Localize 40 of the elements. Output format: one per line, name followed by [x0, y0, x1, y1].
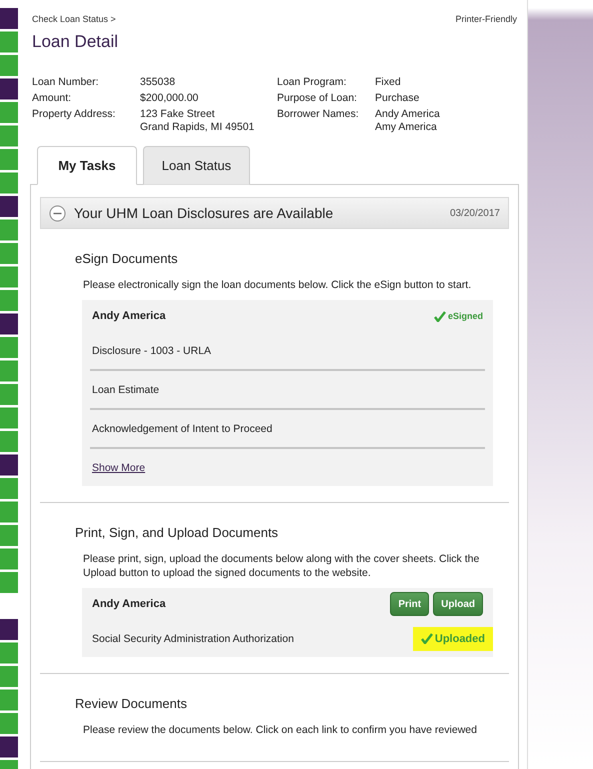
- section-heading: Print, Sign, and Upload Documents: [75, 525, 280, 540]
- panel-date: 03/20/2017: [450, 208, 500, 218]
- field-label: Amount:: [32, 92, 72, 105]
- field-label: Borrower Names:: [277, 108, 360, 122]
- printer-friendly-link[interactable]: Printer-Friendly: [455, 14, 517, 24]
- panel-header[interactable]: Your UHM Loan Disclosures are Available 03/20/2017: [40, 197, 509, 229]
- field-label: Property Address:: [32, 108, 116, 122]
- field-value: Purchase: [375, 92, 420, 105]
- document-name: Social Security Administration Authorization: [92, 632, 294, 644]
- field-label: Loan Number:: [32, 76, 100, 89]
- status-label: eSigned: [434, 310, 483, 322]
- check-icon: [420, 633, 433, 644]
- borrower-name: Andy America: [92, 598, 166, 610]
- field-label: Purpose of Loan:: [277, 92, 358, 105]
- breadcrumb-link[interactable]: Check Loan Status >: [32, 14, 116, 24]
- tab[interactable]: Loan Status: [143, 146, 250, 185]
- page-title: Loan Detail: [32, 32, 120, 52]
- field-label: Loan Program:: [277, 76, 348, 89]
- tab[interactable]: My Tasks: [37, 146, 137, 185]
- field-value: 355038: [140, 76, 176, 89]
- show-more-link[interactable]: Show More: [92, 462, 146, 474]
- borrower-name: Andy America: [92, 310, 166, 322]
- field-value: Andy America Amy America: [375, 108, 441, 134]
- action-button[interactable]: Print: [390, 592, 430, 616]
- check-icon: [434, 310, 446, 322]
- field-value: 123 Fake Street Grand Rapids, MI 49501: [140, 108, 256, 134]
- section-description: Please electronically sign the loan documents below. Click the eSign button to start.: [83, 278, 472, 292]
- action-button[interactable]: Upload: [433, 592, 483, 616]
- document-name: Acknowledgement of Intent to Proceed: [92, 422, 272, 434]
- status-label: Uploaded: [412, 626, 493, 650]
- panel-title: Your UHM Loan Disclosures are Available: [74, 205, 334, 221]
- document-name: Loan Estimate: [92, 384, 160, 396]
- section-description: Please print, sign, upload the documents below along with the cover sheets. Click the Upload button to upload the signed documents to the website.: [83, 552, 480, 580]
- document-name: Disclosure - 1003 - URLA: [92, 344, 212, 356]
- section-heading: Review Documents: [75, 696, 188, 711]
- field-value: Fixed: [375, 76, 402, 89]
- field-value: $200,000.00: [140, 92, 200, 105]
- section-heading: eSign Documents: [75, 251, 179, 266]
- section-description: Please review the documents below. Click on each link to confirm you have reviewed: [83, 723, 478, 737]
- collapse-icon[interactable]: [49, 204, 66, 222]
